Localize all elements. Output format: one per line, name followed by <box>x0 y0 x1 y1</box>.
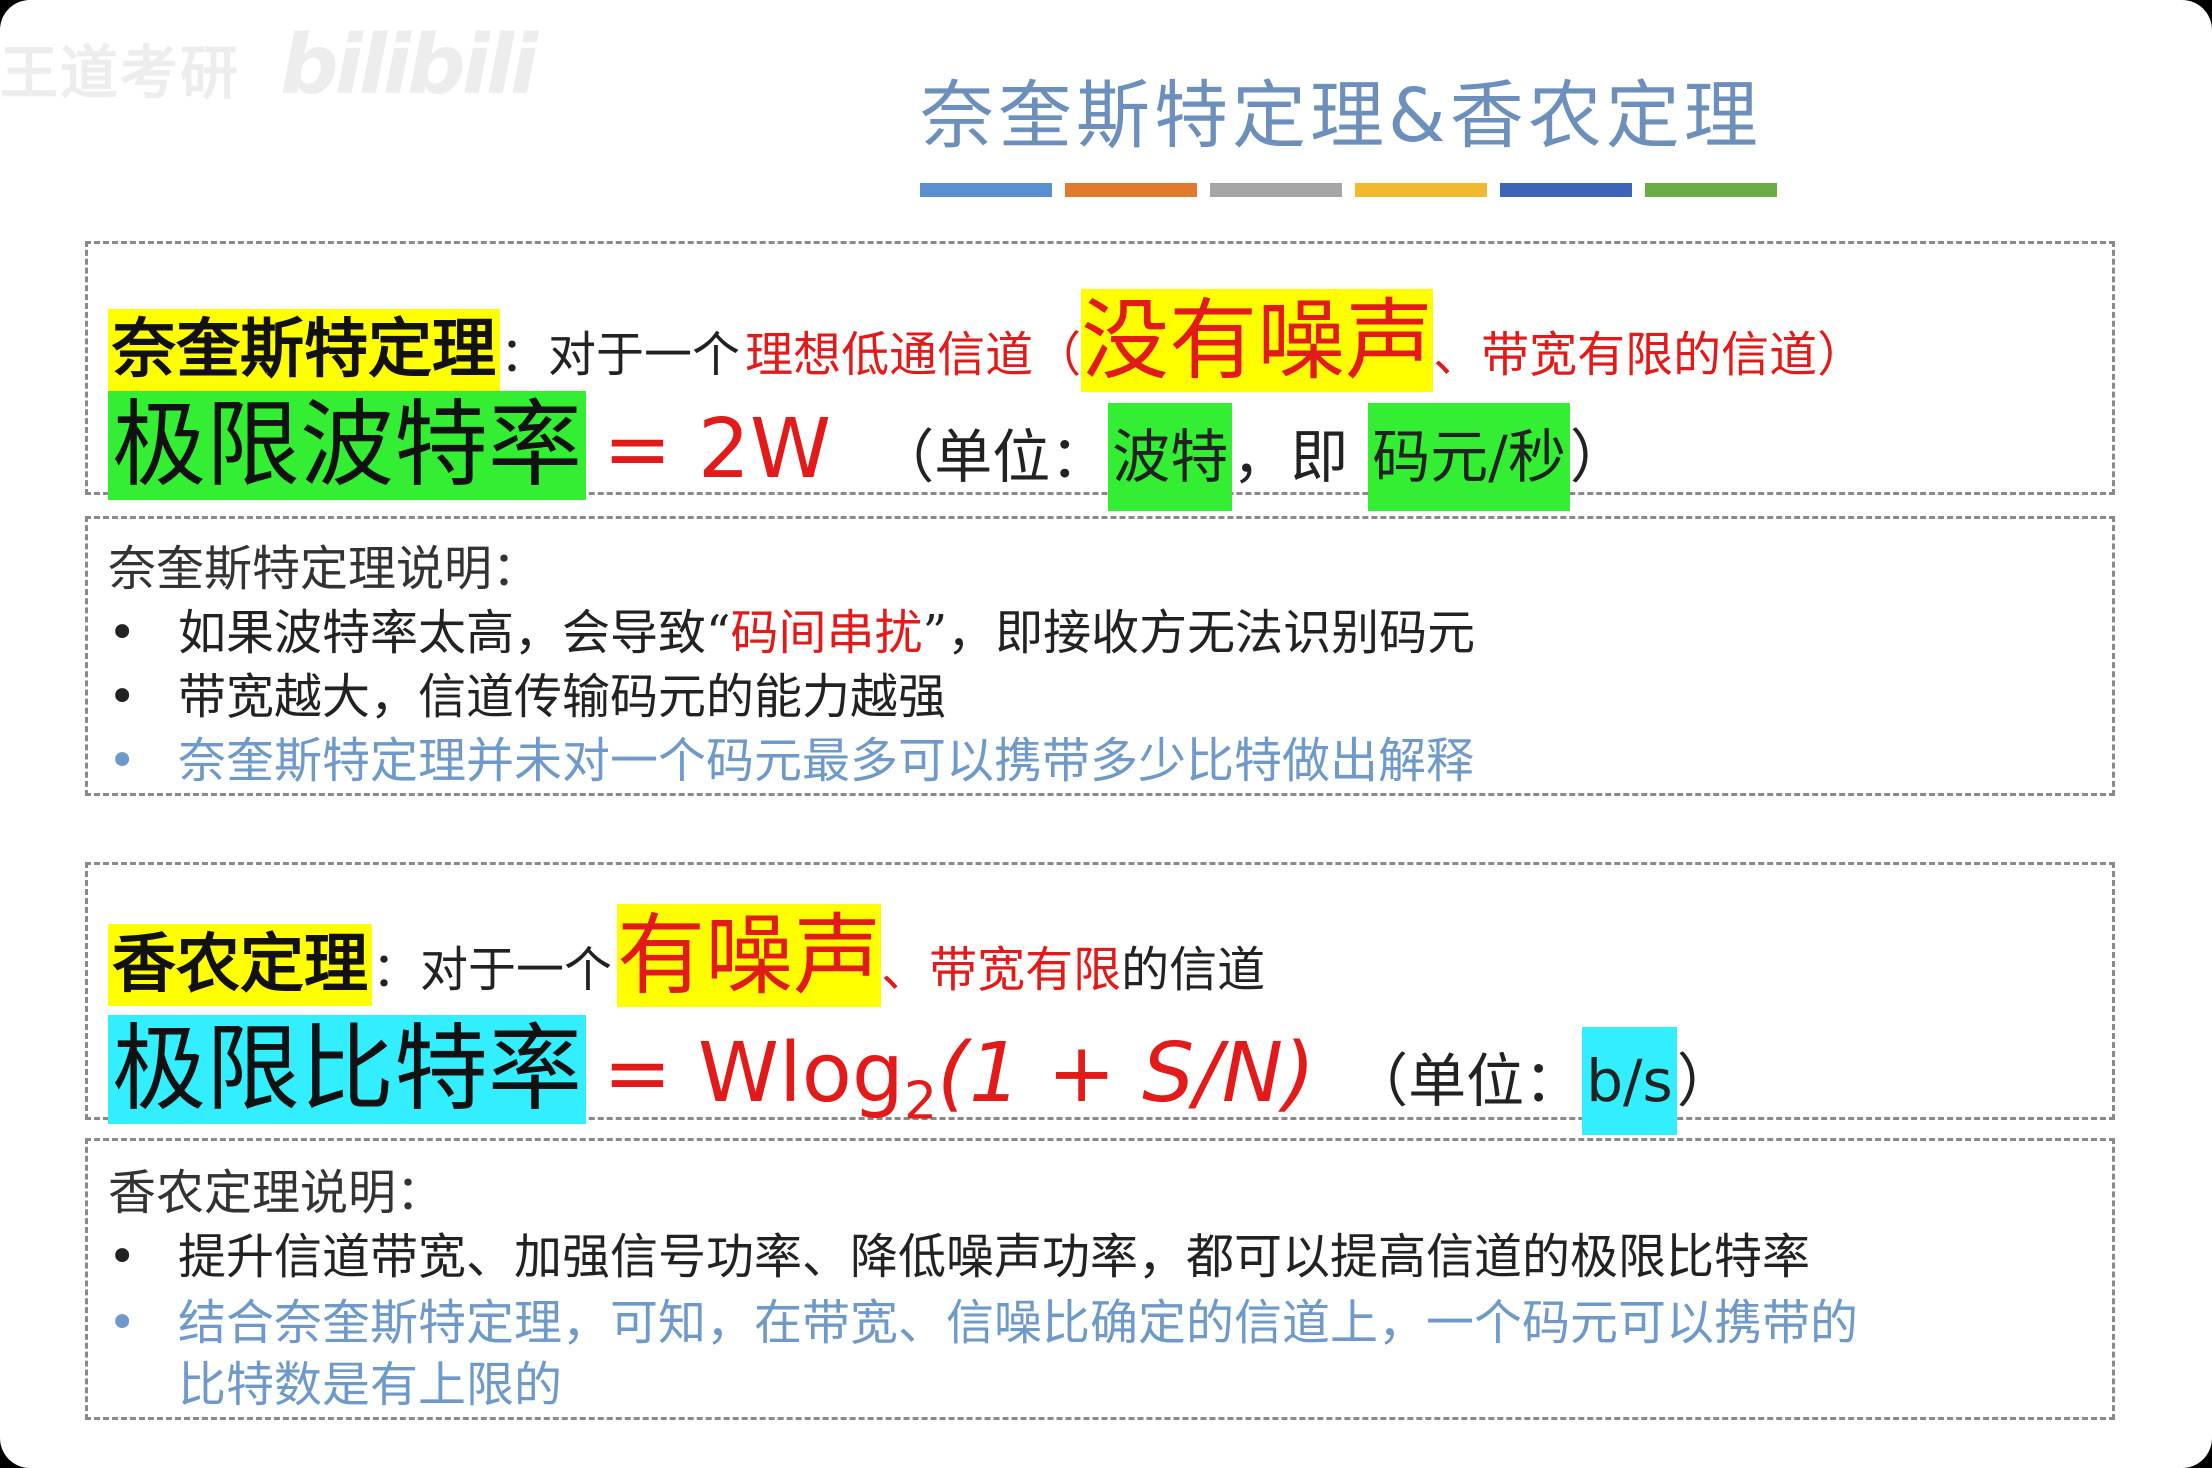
shannon-limit-label: 极限比特率 <box>108 1015 587 1124</box>
list-item-continuation: 比特数是有上限的 <box>178 1345 562 1415</box>
list-item: • 带宽越大，信道传输码元的能力越强 <box>108 657 946 727</box>
bullet-dot: • <box>108 669 137 725</box>
shannon-notes-box: 香农定理说明： • 提升信道带宽、加强信号功率、降低噪声功率，都可以提高信道的极限… <box>85 1138 2115 1420</box>
color-bar <box>1645 183 1777 197</box>
nyquist-box: 奈奎斯特定理：对于一个 理想低通信道（没有噪声、带宽有限的信道） 极限波特率 =… <box>85 241 2115 511</box>
color-bar <box>1500 183 1632 197</box>
formula-subscript: 2 <box>903 1071 938 1132</box>
bullet-text: 结合奈奎斯特定理，可知，在带宽、信噪比确定的信道上，一个码元可以携带的 <box>178 1295 1859 1351</box>
formula-ratio: (1 + S/N) <box>937 1026 1316 1121</box>
shannon-formula: = Wlog2(1 + S/N) <box>603 1026 1316 1131</box>
color-bar <box>920 183 1052 197</box>
shannon-notes-heading: 香农定理说明： <box>108 1165 445 1221</box>
nyquist-notes-box: 奈奎斯特定理说明： • 如果波特率太高，会导致“码间串扰”，即接收方无法识别码元 … <box>85 516 2115 796</box>
bullet-text: 提升信道带宽、加强信号功率、降低噪声功率，都可以提高信道的极限比特率 <box>178 1229 1811 1285</box>
shannon-channel-mid: 、带宽有限 <box>881 942 1122 998</box>
color-bar <box>1210 183 1342 197</box>
nyquist-unit-close: ） <box>1569 423 1628 491</box>
colon: ： <box>372 942 421 998</box>
list-item: • 结合奈奎斯特定理，可知，在带宽、信噪比确定的信道上，一个码元可以携带的 <box>108 1283 1858 1353</box>
nyquist-unit-open: （单位： <box>876 423 1109 491</box>
shannon-unit-close: ） <box>1676 1047 1735 1115</box>
nyquist-unit-sep: ，即 <box>1232 423 1349 491</box>
nyquist-limit-label: 极限波特率 <box>108 391 587 500</box>
shannon-unit: b/s <box>1582 1027 1677 1135</box>
bullet-text: 奈奎斯特定理并未对一个码元最多可以携带多少比特做出解释 <box>178 733 1475 789</box>
color-bar <box>1355 183 1487 197</box>
bullet-dot: • <box>108 1229 137 1285</box>
nyquist-unit-symbol: 码元/秒 <box>1368 403 1570 511</box>
bullet-dot: • <box>108 733 137 789</box>
bullet-dot: • <box>108 605 137 661</box>
color-bar <box>1065 183 1197 197</box>
page-title: 奈奎斯特定理&香农定理 <box>920 73 1762 159</box>
nyquist-intro-line: 奈奎斯特定理：对于一个 理想低通信道（没有噪声、带宽有限的信道） <box>108 270 1865 392</box>
bullet-highlight: 码间串扰 <box>730 605 923 661</box>
shannon-unit-open: （单位： <box>1350 1047 1583 1115</box>
bullet-dot: • <box>108 1295 137 1351</box>
nyquist-formula-line: 极限波特率 = 2W （单位：波特，即 码元/秒） <box>108 369 1628 511</box>
watermark: 王道考研 bilibili <box>0 18 538 118</box>
list-item: • 奈奎斯特定理并未对一个码元最多可以携带多少比特做出解释 <box>108 721 1474 791</box>
nyquist-formula: = 2W <box>603 402 832 497</box>
bullet-text: 比特数是有上限的 <box>178 1357 563 1413</box>
bilibili-logo-icon: bilibili <box>280 18 538 113</box>
list-item: • 提升信道带宽、加强信号功率、降低噪声功率，都可以提高信道的极限比特率 <box>108 1217 1810 1287</box>
slide: 王道考研 bilibili 奈奎斯特定理&香农定理 奈奎斯特定理：对于一个 理想低… <box>0 0 2212 1468</box>
shannon-formula-line: 极限比特率 = Wlog2(1 + S/N) （单位：b/s） <box>108 993 1735 1135</box>
shannon-box: 香农定理：对于一个 有噪声、带宽有限的信道 极限比特率 = Wlog2(1 + … <box>85 862 2115 1135</box>
shannon-channel-end: 的信道 <box>1121 942 1266 998</box>
shannon-noise: 有噪声 <box>617 904 882 1007</box>
watermark-text: 王道考研 <box>0 39 241 107</box>
shannon-intro: 对于一个 <box>420 942 613 998</box>
bullet-text: 如果波特率太高，会导致“ <box>178 605 731 661</box>
bullet-text: 带宽越大，信道传输码元的能力越强 <box>178 669 947 725</box>
bullet-text: ”，即接收方无法识别码元 <box>922 605 1476 661</box>
nyquist-notes-heading: 奈奎斯特定理说明： <box>108 541 541 597</box>
formula-main: = Wlog <box>603 1026 904 1121</box>
list-item: • 如果波特率太高，会导致“码间串扰”，即接收方无法识别码元 <box>108 593 1475 663</box>
nyquist-unit-baud: 波特 <box>1108 403 1233 511</box>
shannon-intro-line: 香农定理：对于一个 有噪声、带宽有限的信道 <box>108 885 1265 1007</box>
